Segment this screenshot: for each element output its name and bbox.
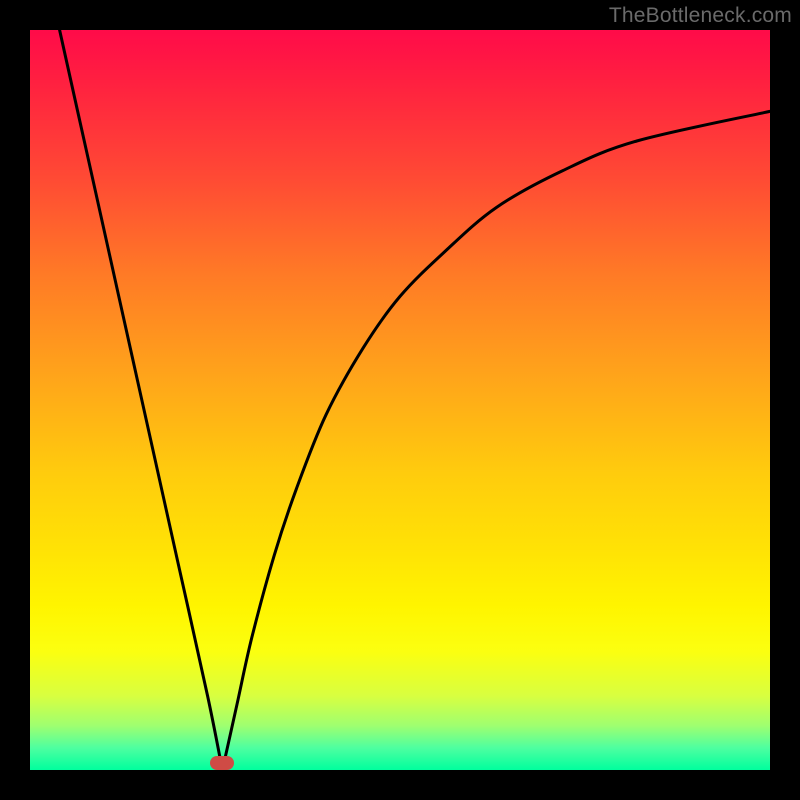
optimum-marker bbox=[210, 756, 234, 770]
chart-frame: TheBottleneck.com bbox=[0, 0, 800, 800]
curve-path bbox=[60, 30, 770, 770]
plot-area bbox=[30, 30, 770, 770]
curve-svg bbox=[30, 30, 770, 770]
watermark-text: TheBottleneck.com bbox=[609, 4, 792, 28]
